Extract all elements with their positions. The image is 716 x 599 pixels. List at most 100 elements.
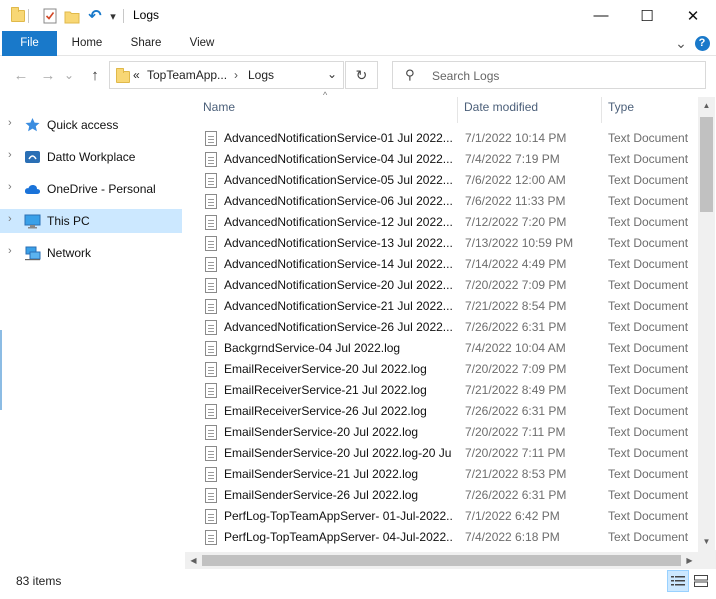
file-row[interactable]: AdvancedNotificationService-04 Jul 2022.… xyxy=(185,149,698,170)
file-row[interactable]: AdvancedNotificationService-06 Jul 2022.… xyxy=(185,191,698,212)
file-type: Text Document xyxy=(608,236,689,250)
address-bar[interactable]: « TopTeamApp... › Logs ⌄ xyxy=(109,61,344,89)
text-document-icon xyxy=(205,530,217,545)
sidebar-item-quick-access[interactable]: › Quick access xyxy=(0,113,182,137)
computer-icon xyxy=(24,213,41,229)
expand-ribbon-icon[interactable]: ⌄ xyxy=(674,35,688,51)
refresh-button[interactable]: ↻ xyxy=(345,61,378,89)
column-divider[interactable] xyxy=(601,97,602,123)
text-document-icon xyxy=(205,236,217,251)
close-button[interactable]: ✕ xyxy=(670,0,716,31)
file-name: AdvancedNotificationService-06 Jul 2022.… xyxy=(224,194,452,208)
text-document-icon xyxy=(205,404,217,419)
file-row[interactable]: AdvancedNotificationService-21 Jul 2022.… xyxy=(185,296,698,317)
sort-ascending-icon: ^ xyxy=(323,90,328,100)
horizontal-scrollbar[interactable]: ◀ ▶ xyxy=(185,552,698,569)
file-type: Text Document xyxy=(608,341,689,355)
file-row[interactable]: BackgrndService-04 Jul 2022.log 7/4/2022 … xyxy=(185,338,698,359)
file-date-modified: 7/20/2022 7:09 PM xyxy=(465,278,567,292)
expand-chevron-icon[interactable]: › xyxy=(8,181,12,193)
help-button[interactable]: ? xyxy=(694,35,710,51)
sidebar-item-label: Network xyxy=(47,246,92,260)
file-type: Text Document xyxy=(608,425,689,439)
file-type: Text Document xyxy=(608,404,689,418)
tab-file[interactable]: File xyxy=(2,31,57,56)
expand-chevron-icon[interactable]: › xyxy=(8,149,12,161)
customize-dropdown-icon[interactable]: ▾ xyxy=(107,6,119,26)
file-date-modified: 7/20/2022 7:11 PM xyxy=(465,425,566,439)
file-row[interactable]: EmailReceiverService-21 Jul 2022.log 7/21… xyxy=(185,380,698,401)
text-document-icon xyxy=(205,425,217,440)
forward-button[interactable]: → xyxy=(37,64,59,86)
file-row[interactable]: EmailSenderService-21 Jul 2022.log 7/21/2… xyxy=(185,464,698,485)
file-row[interactable]: EmailReceiverService-26 Jul 2022.log 7/26… xyxy=(185,401,698,422)
column-divider[interactable] xyxy=(457,97,458,123)
file-name: PerfLog-TopTeamAppServer- 01-Jul-2022... xyxy=(224,509,452,523)
file-row[interactable]: AdvancedNotificationService-20 Jul 2022.… xyxy=(185,275,698,296)
sidebar-item-onedrive[interactable]: › OneDrive - Personal xyxy=(0,177,182,201)
scroll-right-icon[interactable]: ▶ xyxy=(681,552,698,569)
tab-share[interactable]: Share xyxy=(120,31,172,56)
file-row[interactable]: EmailSenderService-26 Jul 2022.log 7/26/2… xyxy=(185,485,698,506)
sidebar-item-label: Quick access xyxy=(47,118,119,132)
text-document-icon xyxy=(205,299,217,314)
file-name: AdvancedNotificationService-21 Jul 2022.… xyxy=(224,299,452,313)
column-header-type[interactable]: Type xyxy=(608,100,634,122)
scroll-down-icon[interactable]: ▼ xyxy=(698,533,715,550)
tab-view[interactable]: View xyxy=(176,31,228,56)
expand-chevron-icon[interactable]: › xyxy=(8,245,12,257)
file-date-modified: 7/14/2022 4:49 PM xyxy=(465,257,567,271)
new-folder-icon[interactable] xyxy=(64,6,80,26)
back-button[interactable]: ← xyxy=(10,64,32,86)
file-row[interactable]: AdvancedNotificationService-13 Jul 2022.… xyxy=(185,233,698,254)
file-type: Text Document xyxy=(608,278,689,292)
breadcrumb-separator[interactable]: › xyxy=(234,68,238,82)
address-dropdown-icon[interactable]: ⌄ xyxy=(327,67,337,81)
undo-icon[interactable]: ↶ xyxy=(86,6,104,26)
sidebar-item-datto-workplace[interactable]: › Datto Workplace xyxy=(0,145,182,169)
file-row[interactable]: EmailSenderService-20 Jul 2022.log 7/20/2… xyxy=(185,422,698,443)
expand-chevron-icon[interactable]: › xyxy=(8,117,12,129)
breadcrumb-segment[interactable]: TopTeamApp... xyxy=(147,68,227,82)
maximize-button[interactable]: ☐ xyxy=(624,0,670,31)
file-type: Text Document xyxy=(608,299,689,313)
large-icons-view-button[interactable] xyxy=(690,570,712,592)
navigation-pane: › Quick access › Datto Workplace › OneDr… xyxy=(0,100,184,565)
item-count: 83 items xyxy=(16,574,62,588)
text-document-icon xyxy=(205,488,217,503)
breadcrumb-overflow[interactable]: « xyxy=(133,68,140,82)
sidebar-item-network[interactable]: › Network xyxy=(0,241,182,265)
file-row[interactable]: EmailReceiverService-20 Jul 2022.log 7/20… xyxy=(185,359,698,380)
up-button[interactable]: ↑ xyxy=(84,64,106,86)
sidebar-item-this-pc[interactable]: › This PC xyxy=(0,209,182,233)
properties-icon[interactable] xyxy=(42,6,58,26)
file-row[interactable]: AdvancedNotificationService-26 Jul 2022.… xyxy=(185,317,698,338)
search-box[interactable]: ⚲ Search Logs xyxy=(392,61,706,89)
file-row[interactable]: AdvancedNotificationService-14 Jul 2022.… xyxy=(185,254,698,275)
cloud-icon xyxy=(24,181,41,197)
file-row[interactable]: PerfLog-TopTeamAppServer- 04-Jul-2022...… xyxy=(185,527,698,548)
column-header-name[interactable]: Name xyxy=(203,100,235,122)
details-view-button[interactable] xyxy=(667,570,689,592)
star-icon xyxy=(24,117,41,133)
horizontal-scroll-thumb[interactable] xyxy=(202,555,681,566)
file-date-modified: 7/26/2022 6:31 PM xyxy=(465,320,567,334)
vertical-scrollbar[interactable]: ▲ ▼ xyxy=(698,97,715,550)
minimize-button[interactable]: — xyxy=(578,0,624,31)
recent-locations-button[interactable]: ⌄ xyxy=(62,64,76,86)
expand-chevron-icon[interactable]: › xyxy=(8,213,12,225)
column-header-date-modified[interactable]: Date modified xyxy=(464,100,538,122)
file-row[interactable]: AdvancedNotificationService-12 Jul 2022.… xyxy=(185,212,698,233)
file-row[interactable]: PerfLog-TopTeamAppServer- 01-Jul-2022...… xyxy=(185,506,698,527)
breadcrumb-segment[interactable]: Logs xyxy=(248,68,274,82)
scroll-up-icon[interactable]: ▲ xyxy=(698,97,715,114)
folder-icon xyxy=(10,6,26,26)
tab-home[interactable]: Home xyxy=(61,31,113,56)
file-date-modified: 7/20/2022 7:11 PM xyxy=(465,446,566,460)
file-row[interactable]: AdvancedNotificationService-01 Jul 2022.… xyxy=(185,128,698,149)
file-type: Text Document xyxy=(608,320,689,334)
scroll-left-icon[interactable]: ◀ xyxy=(185,552,202,569)
vertical-scroll-thumb[interactable] xyxy=(700,117,713,212)
file-row[interactable]: EmailSenderService-20 Jul 2022.log-20 Ju… xyxy=(185,443,698,464)
file-row[interactable]: AdvancedNotificationService-05 Jul 2022.… xyxy=(185,170,698,191)
